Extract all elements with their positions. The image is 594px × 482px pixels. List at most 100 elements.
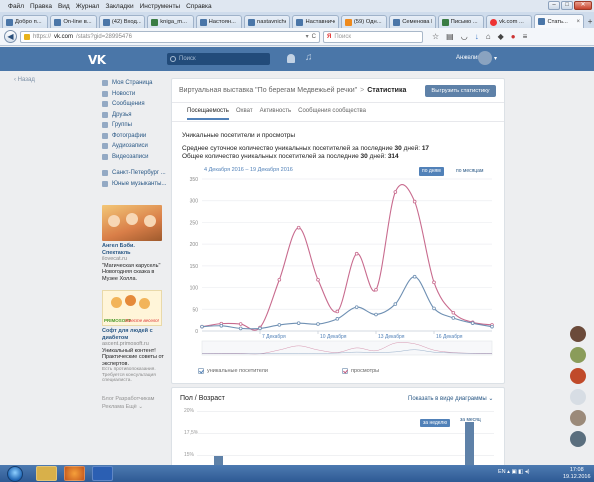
start-button[interactable] xyxy=(7,466,23,482)
browser-tab[interactable]: nastavnichest... xyxy=(244,15,291,28)
friend-avatar[interactable] xyxy=(570,347,586,363)
yandex-icon: Я xyxy=(327,33,332,40)
clock-date: 19.12.2016 xyxy=(563,473,591,480)
period-days-button[interactable]: по дням xyxy=(419,167,444,176)
sidebar-item[interactable]: Группы xyxy=(102,120,172,131)
friend-avatar[interactable] xyxy=(570,389,586,405)
browser-tab[interactable]: vk.com ... xyxy=(486,15,533,28)
friend-avatar[interactable] xyxy=(570,431,586,447)
music-note-icon[interactable]: ♫ xyxy=(305,52,313,63)
total-days: 30 xyxy=(360,153,368,160)
browser-tab[interactable]: On-line в... xyxy=(50,15,97,28)
browser-tab[interactable]: Стать... × xyxy=(534,14,585,28)
menu-item[interactable]: Файл xyxy=(8,3,24,10)
vk-logo[interactable]: VK xyxy=(88,53,106,67)
firefox-icon[interactable] xyxy=(64,466,85,481)
download-icon[interactable]: ↓ xyxy=(475,32,479,41)
news-icon xyxy=(102,90,108,97)
avatar[interactable] xyxy=(478,51,492,65)
tab-favicon-icon xyxy=(538,18,546,25)
browser-tab[interactable]: Настоян... xyxy=(195,15,243,28)
friend-avatar[interactable] xyxy=(570,410,586,426)
checkbox-icon[interactable] xyxy=(198,368,204,374)
browser-tab[interactable]: Письмо ... xyxy=(437,15,485,28)
pocket-icon[interactable]: ◡ xyxy=(461,32,468,41)
menu-item[interactable]: Вид xyxy=(58,3,70,10)
sidebar-item[interactable]: Видеозаписи xyxy=(102,152,172,163)
menu-item[interactable]: Инструменты xyxy=(140,3,181,10)
stats-tab[interactable]: Сообщения сообщества xyxy=(298,108,366,120)
menu-item[interactable]: Журнал xyxy=(76,3,100,10)
stats-tab[interactable]: Охват xyxy=(236,108,253,120)
clock[interactable]: 17:08 19.12.2016 xyxy=(563,467,591,480)
navigation-bar: ◀ https://vk.com/stats?gid=28995476 ▾ C … xyxy=(0,28,594,46)
menu-item[interactable]: Справка xyxy=(186,3,212,10)
data-point xyxy=(238,326,243,331)
maximize-button[interactable]: □ xyxy=(561,1,573,10)
sidebar-group-item[interactable]: Юные музыканты... xyxy=(102,179,172,190)
ad2-text[interactable]: Софт для людей с диабетом ascent.primoso… xyxy=(102,328,164,384)
vk-search-input[interactable]: Поиск xyxy=(167,53,270,65)
ad-product xyxy=(125,295,136,306)
browser-tab[interactable]: Наставничес... xyxy=(292,15,339,28)
browser-tab[interactable]: knigа_m... xyxy=(147,15,194,28)
browser-tab[interactable]: (59) Одн... xyxy=(340,15,388,28)
hamburger-menu-icon[interactable]: ≡ xyxy=(523,32,528,41)
back-link[interactable]: ‹ Назад xyxy=(14,77,35,83)
bell-icon[interactable] xyxy=(287,54,295,63)
chevron-down-icon[interactable]: ▾ xyxy=(494,55,497,62)
period-month-button[interactable]: за месяц xyxy=(457,416,484,424)
sidebar-item[interactable]: Сообщения xyxy=(102,99,172,110)
search-box[interactable]: Я Поиск xyxy=(323,30,423,43)
back-label: Назад xyxy=(17,77,35,83)
period-week-button[interactable]: за неделю xyxy=(420,419,451,427)
shield-icon[interactable]: ◆ xyxy=(498,32,504,41)
footer-line-1[interactable]: Блог Разработчикам xyxy=(102,395,154,403)
sidebar-item[interactable]: Новости xyxy=(102,89,172,100)
sidebar-item[interactable]: Друзья xyxy=(102,110,172,121)
browser-tab[interactable]: (42) Вход... xyxy=(98,15,146,28)
explorer-icon[interactable] xyxy=(36,466,57,481)
stats-tab[interactable]: Посещаемость xyxy=(187,108,229,120)
bookmark-star-icon[interactable]: ☆ xyxy=(432,32,439,41)
sidebar-group-item[interactable]: Санкт-Петербург ... xyxy=(102,168,172,179)
ad1-text[interactable]: Ангел Бэби. Спектакль ilovecat.ru "Магич… xyxy=(102,243,164,282)
language-indicator[interactable]: EN xyxy=(498,469,506,475)
dropdown-arrow-icon[interactable]: ▾ xyxy=(306,33,309,40)
menu-item[interactable]: Закладки xyxy=(105,3,133,10)
ad-image-soft[interactable]: PRIMOSOFT Вместе весело! xyxy=(102,290,162,326)
ad-image-show[interactable] xyxy=(102,205,162,241)
stats-tab[interactable]: Активность xyxy=(260,108,292,120)
browser-tab[interactable]: Добро п... xyxy=(2,15,49,28)
menu-item[interactable]: Правка xyxy=(30,3,52,10)
sidebar-item[interactable]: Фотографии xyxy=(102,131,172,142)
address-bar[interactable]: https://vk.com/stats?gid=28995476 ▾ C xyxy=(20,30,320,43)
ad-character xyxy=(126,213,138,225)
show-as-chart-link[interactable]: Показать в виде диаграммы ⌄ xyxy=(408,395,493,402)
legend-views[interactable]: просмотры xyxy=(342,368,379,374)
abp-icon[interactable]: ● xyxy=(511,32,516,41)
minimize-button[interactable]: – xyxy=(548,1,560,10)
period-months-button[interactable]: по месяцам xyxy=(453,167,486,176)
clipboard-icon[interactable]: ▤ xyxy=(446,32,454,41)
sidebar-item[interactable]: Моя Страница xyxy=(102,78,172,89)
close-window-button[interactable]: ✕ xyxy=(574,1,592,10)
back-arrow-icon[interactable]: ◀ xyxy=(4,30,17,43)
sidebar-item[interactable]: Аудиозаписи xyxy=(102,141,172,152)
reload-icon[interactable]: C xyxy=(312,34,316,40)
friend-avatar[interactable] xyxy=(570,368,586,384)
checkbox-icon[interactable] xyxy=(342,368,348,374)
breadcrumb-group[interactable]: Виртуальная выставка "По берегам Медвежь… xyxy=(179,87,357,94)
x-tick-label: 16 Декабря xyxy=(436,334,463,340)
export-stats-button[interactable]: Выгрузить статистику xyxy=(425,85,496,97)
browser-tab[interactable]: Семенова В... xyxy=(389,15,436,28)
footer-line-2[interactable]: Реклама Ещё ⌄ xyxy=(102,403,154,411)
close-tab-icon[interactable]: × xyxy=(577,19,581,25)
tab-label: Добро п... xyxy=(15,19,42,25)
word-icon[interactable] xyxy=(92,466,113,481)
data-point xyxy=(432,306,436,311)
legend-visitors[interactable]: уникальные посетители xyxy=(198,368,268,374)
home-icon[interactable]: ⌂ xyxy=(486,32,491,41)
new-tab-button[interactable]: + xyxy=(586,16,594,28)
friend-avatar[interactable] xyxy=(570,326,586,342)
